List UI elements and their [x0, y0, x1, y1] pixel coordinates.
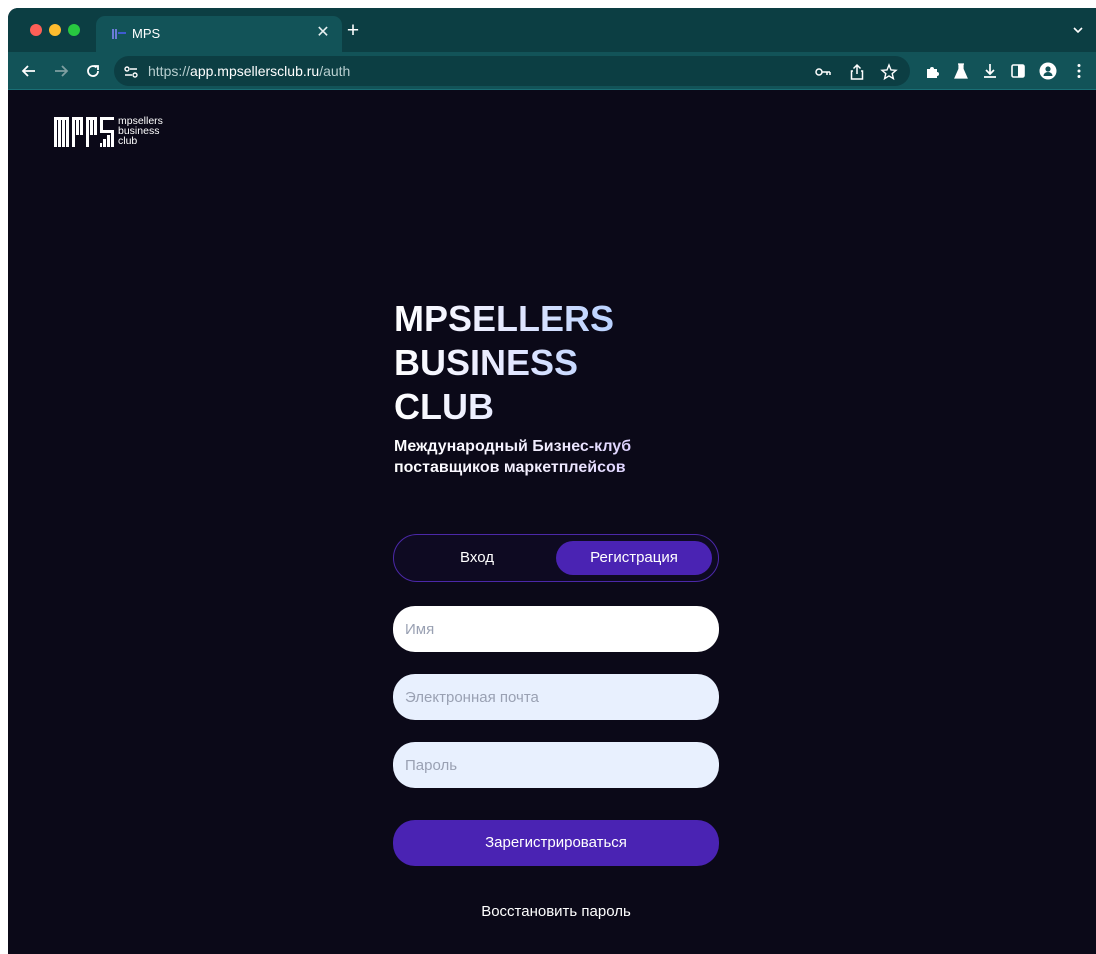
tab-login[interactable]: Вход — [400, 541, 554, 575]
bookmark-star-icon[interactable] — [880, 63, 898, 81]
extensions-icon[interactable] — [924, 62, 942, 80]
password-key-icon[interactable] — [814, 63, 832, 81]
logo-line-3: club — [118, 135, 138, 147]
share-icon[interactable] — [848, 63, 866, 81]
hero-subtitle: Международный Бизнес-клуб поставщиков ма… — [394, 436, 714, 478]
hero-title: MPSELLERS BUSINESS CLUB — [394, 297, 654, 429]
restore-password-link[interactable]: Восстановить пароль — [393, 902, 719, 922]
tab-strip: MPS ✕ + — [8, 8, 1096, 52]
browser-window: MPS ✕ + https://app.mpsellersclub.ru/aut… — [8, 8, 1096, 954]
tab-close-icon[interactable]: ✕ — [316, 23, 330, 43]
auth-page: mpsellers business club MPSELLERS BUSINE… — [8, 91, 1096, 954]
profile-avatar-icon[interactable] — [1039, 62, 1057, 80]
new-tab-button[interactable]: + — [342, 20, 364, 42]
password-field[interactable] — [393, 742, 719, 788]
auth-mode-switch: Вход Регистрация — [393, 534, 719, 582]
back-icon[interactable] — [20, 62, 38, 80]
hero-title-line-1: MPSELLERS — [394, 298, 615, 339]
forward-icon[interactable] — [52, 62, 70, 80]
side-panel-icon[interactable] — [1009, 62, 1027, 80]
address-bar[interactable]: https://app.mpsellersclub.ru/auth — [114, 56, 910, 86]
close-window-button[interactable] — [30, 24, 42, 36]
browser-toolbar: https://app.mpsellersclub.ru/auth — [8, 52, 1096, 90]
email-field[interactable] — [393, 674, 719, 720]
register-button[interactable]: Зарегистрироваться — [393, 820, 719, 866]
hero-subtitle-line-1: Международный Бизнес-клуб — [394, 438, 632, 455]
tab-search-chevron-icon[interactable] — [1072, 24, 1084, 36]
tab-register[interactable]: Регистрация — [556, 541, 712, 575]
name-field[interactable] — [393, 606, 719, 652]
browser-menu-icon[interactable] — [1070, 62, 1088, 80]
site-settings-icon[interactable] — [122, 63, 140, 81]
tab-title: MPS — [132, 26, 161, 41]
url-path: /auth — [319, 63, 351, 79]
tab-favicon-icon — [112, 29, 126, 39]
maximize-window-button[interactable] — [68, 24, 80, 36]
mps-logo-mark-icon — [54, 117, 114, 147]
minimize-window-button[interactable] — [49, 24, 61, 36]
logo-text: mpsellers business club — [118, 116, 163, 147]
labs-flask-icon[interactable] — [952, 62, 970, 80]
download-icon[interactable] — [981, 62, 999, 80]
hero-title-line-3: CLUB — [394, 386, 494, 427]
url-host: app.mpsellersclub.ru — [190, 63, 320, 79]
hero-subtitle-line-2: поставщиков маркетплейсов — [394, 459, 626, 476]
hero-title-line-2: BUSINESS — [394, 342, 579, 383]
browser-tab[interactable]: MPS ✕ — [96, 16, 342, 52]
url-text: https://app.mpsellersclub.ru/auth — [148, 62, 350, 80]
url-scheme: https:// — [148, 63, 191, 79]
reload-icon[interactable] — [84, 62, 102, 80]
site-logo[interactable]: mpsellers business club — [54, 115, 184, 151]
